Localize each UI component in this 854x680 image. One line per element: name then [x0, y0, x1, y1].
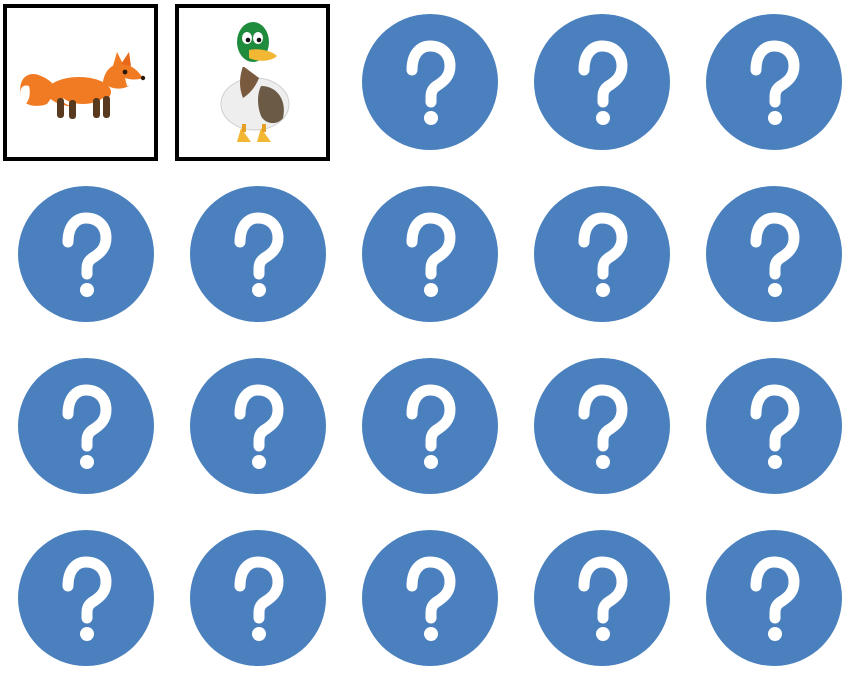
hidden-card[interactable]: [534, 358, 670, 494]
card-slot: [344, 516, 504, 676]
hidden-card[interactable]: [362, 186, 498, 322]
card-slot: [516, 0, 676, 160]
hidden-card[interactable]: [534, 14, 670, 150]
hidden-card[interactable]: [18, 186, 154, 322]
question-mark-icon: [406, 212, 456, 297]
question-mark-icon: [750, 40, 800, 125]
question-mark-icon: [750, 212, 800, 297]
hidden-card[interactable]: [534, 186, 670, 322]
question-mark-icon: [406, 40, 456, 125]
hidden-card[interactable]: [706, 14, 842, 150]
hidden-card[interactable]: [362, 358, 498, 494]
fox-image: [20, 52, 146, 119]
card-slot: [516, 344, 676, 504]
question-mark-icon: [62, 212, 112, 297]
card-slot: [688, 0, 848, 160]
question-mark-icon: [578, 384, 628, 469]
card-slot: [516, 172, 676, 332]
question-mark-icon: [62, 384, 112, 469]
duck-image: [220, 22, 290, 142]
card-slot: [0, 516, 160, 676]
card-slot: [172, 172, 332, 332]
hidden-card[interactable]: [706, 186, 842, 322]
hidden-card[interactable]: [362, 530, 498, 666]
question-mark-icon: [578, 40, 628, 125]
hidden-card[interactable]: [190, 530, 326, 666]
card-slot: [344, 172, 504, 332]
question-mark-icon: [750, 556, 800, 641]
hidden-card[interactable]: [706, 530, 842, 666]
hidden-card[interactable]: [18, 530, 154, 666]
revealed-card-fox[interactable]: [3, 4, 158, 161]
question-mark-icon: [234, 212, 284, 297]
card-slot: [688, 172, 848, 332]
card-slot: [0, 0, 160, 161]
hidden-card[interactable]: [190, 186, 326, 322]
card-slot: [172, 0, 332, 161]
card-slot: [516, 516, 676, 676]
card-slot: [0, 172, 160, 332]
card-slot: [688, 344, 848, 504]
question-mark-icon: [234, 384, 284, 469]
card-slot: [344, 344, 504, 504]
question-mark-icon: [578, 556, 628, 641]
question-mark-icon: [406, 384, 456, 469]
hidden-card[interactable]: [18, 358, 154, 494]
question-mark-icon: [750, 384, 800, 469]
card-slot: [344, 0, 504, 160]
question-mark-icon: [62, 556, 112, 641]
card-slot: [0, 344, 160, 504]
memory-game-board: [0, 0, 854, 680]
revealed-card-duck[interactable]: [175, 4, 330, 161]
hidden-card[interactable]: [534, 530, 670, 666]
hidden-card[interactable]: [706, 358, 842, 494]
hidden-card[interactable]: [190, 358, 326, 494]
question-mark-icon: [234, 556, 284, 641]
question-mark-icon: [578, 212, 628, 297]
card-slot: [172, 344, 332, 504]
card-slot: [688, 516, 848, 676]
question-mark-icon: [406, 556, 456, 641]
card-slot: [172, 516, 332, 676]
hidden-card[interactable]: [362, 14, 498, 150]
